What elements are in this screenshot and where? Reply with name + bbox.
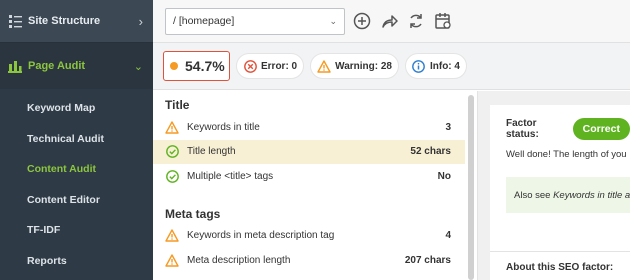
- factor-row[interactable]: Keywords in meta description tag 4: [153, 224, 465, 249]
- section-title-title: Title: [165, 98, 190, 112]
- factor-label: Keywords in title: [187, 121, 260, 133]
- sidebar-item-reports[interactable]: Reports: [0, 246, 153, 277]
- sidebar-submenu: Keyword Map Technical Audit Content Audi…: [0, 89, 153, 276]
- sidebar-item-label: Site Structure: [28, 15, 101, 27]
- sidebar-item-content-audit[interactable]: Content Audit: [0, 154, 153, 185]
- also-see-prefix: Also see: [514, 189, 551, 201]
- optimization-score[interactable]: 54.7%: [163, 51, 230, 81]
- also-see-box: Also see Keywords in title a: [506, 177, 630, 213]
- sidebar-item-content-editor[interactable]: Content Editor: [0, 185, 153, 216]
- chevron-down-icon: ⌄: [329, 15, 337, 26]
- factor-status: Factor status: Correct: [490, 115, 630, 143]
- warning-icon: [165, 229, 179, 243]
- error-count: Error: 0: [261, 60, 298, 72]
- score-value: 54.7%: [185, 58, 225, 74]
- page-audit-icon: [8, 60, 22, 73]
- about-factor-heading: About this SEO factor:: [506, 262, 614, 273]
- factor-description: Well done! The length of you: [506, 149, 627, 160]
- sidebar: Site Structure › Page Audit ⌄ Keyword Ma…: [0, 0, 153, 280]
- factor-label: Meta description length: [187, 254, 291, 266]
- factor-row-selected[interactable]: Title length 52 chars: [153, 139, 465, 164]
- divider: [490, 251, 630, 252]
- toolbar: / [homepage] ⌄: [153, 0, 630, 43]
- factor-status-label: Factor status:: [506, 118, 539, 140]
- factor-row[interactable]: Meta description length 207 chars: [153, 248, 465, 273]
- warning-filter[interactable]: Warning: 28: [310, 53, 399, 79]
- info-count: Info: 4: [429, 60, 460, 72]
- factor-row[interactable]: Multiple <title> tags No: [153, 164, 465, 189]
- warning-icon: [317, 59, 331, 73]
- factor-label: Multiple <title> tags: [187, 170, 274, 182]
- factor-value: 207 chars: [404, 254, 451, 266]
- info-icon: [412, 59, 426, 73]
- error-filter[interactable]: Error: 0: [236, 53, 305, 79]
- warning-icon: [165, 253, 179, 267]
- error-icon: [243, 59, 257, 73]
- sidebar-item-label: Page Audit: [28, 60, 86, 72]
- refresh-icon[interactable]: [406, 11, 426, 31]
- factor-value: 4: [445, 230, 451, 242]
- chevron-down-icon: ⌄: [133, 60, 143, 73]
- sidebar-item-tf-idf[interactable]: TF-IDF: [0, 215, 153, 246]
- site-structure-icon: [8, 14, 22, 28]
- add-page-icon[interactable]: [352, 11, 372, 31]
- sidebar-item-technical-audit[interactable]: Technical Audit: [0, 124, 153, 155]
- factor-row[interactable]: Keywords in title 3: [153, 115, 465, 140]
- sidebar-item-page-audit[interactable]: Page Audit ⌄: [0, 43, 153, 89]
- chevron-right-icon: ›: [138, 13, 143, 29]
- factor-label: Keywords in meta description tag: [187, 230, 335, 242]
- schedule-icon[interactable]: [433, 11, 453, 31]
- page-url-value: / [homepage]: [173, 15, 235, 27]
- sidebar-item-site-structure[interactable]: Site Structure ›: [0, 0, 153, 43]
- sidebar-item-keyword-map[interactable]: Keyword Map: [0, 93, 153, 124]
- score-status-dot: [170, 62, 178, 70]
- check-circle-icon: [165, 145, 179, 159]
- info-filter[interactable]: Info: 4: [404, 53, 467, 79]
- page-url-select[interactable]: / [homepage] ⌄: [165, 7, 345, 35]
- warning-count: Warning: 28: [335, 60, 392, 72]
- factor-value: 3: [445, 121, 451, 133]
- factor-value: No: [437, 170, 451, 182]
- factors-list: Title Keywords in title 3 Title length 5…: [153, 91, 478, 280]
- warning-icon: [165, 120, 179, 134]
- also-see-link[interactable]: Keywords in title a: [553, 190, 630, 201]
- factor-value: 52 chars: [410, 146, 451, 158]
- status-badge: Correct: [572, 118, 630, 140]
- factor-detail-panel: Factor status: Correct Well done! The le…: [490, 105, 630, 280]
- share-icon[interactable]: [379, 11, 399, 31]
- factors-scrollbar[interactable]: [468, 95, 474, 280]
- section-title-meta-tags: Meta tags: [165, 206, 221, 221]
- audit-summary-bar: 54.7% Error: 0 Warning: 28 Info: 4: [153, 43, 630, 90]
- factor-label: Title length: [187, 146, 236, 158]
- check-circle-icon: [165, 169, 179, 183]
